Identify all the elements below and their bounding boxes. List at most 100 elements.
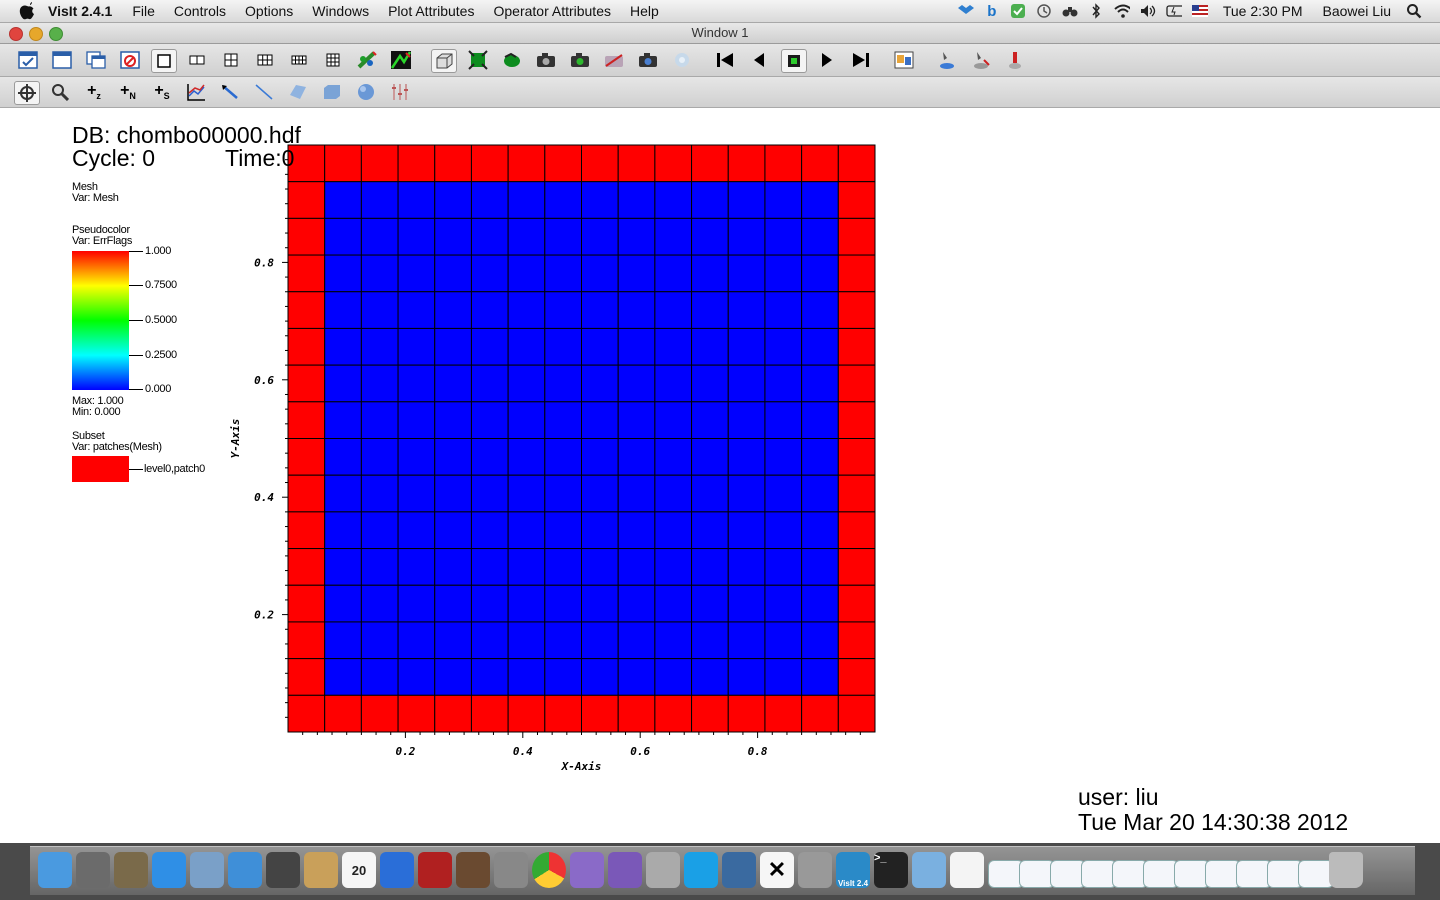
recenter-view-icon[interactable] — [466, 49, 490, 71]
calendar-icon[interactable]: 20 — [342, 852, 376, 888]
chrome-icon[interactable] — [532, 852, 566, 888]
step-forward-icon[interactable] — [849, 49, 873, 71]
user-name[interactable]: Baowei Liu — [1323, 3, 1392, 19]
wifi-icon[interactable] — [1114, 4, 1130, 18]
mesh-cell — [397, 511, 436, 550]
line-tool-icon[interactable] — [218, 81, 242, 103]
terminal-icon[interactable]: >_ — [874, 852, 908, 888]
spreadsheet-pick-icon[interactable]: +S — [150, 81, 174, 103]
zoom-icon[interactable] — [48, 81, 72, 103]
new-window-icon[interactable] — [50, 49, 74, 71]
photo-booth-icon[interactable] — [114, 852, 148, 888]
layout-1x2-icon[interactable] — [185, 49, 209, 71]
x11-icon[interactable]: ✕ — [760, 852, 794, 888]
mesh-cell — [837, 364, 876, 403]
clone-window-icon[interactable] — [84, 49, 108, 71]
save-image-icon[interactable] — [534, 49, 558, 71]
flag-icon[interactable] — [1191, 4, 1208, 18]
safari-icon[interactable] — [228, 852, 262, 888]
system-preferences-icon[interactable] — [494, 852, 528, 888]
stop-icon[interactable] — [781, 49, 807, 73]
camera4-icon[interactable] — [670, 49, 694, 71]
visualization-window[interactable]: DB: chombo00000.hdf Cycle: 0 Time:0 Mesh… — [0, 108, 1440, 843]
plot-area[interactable]: 0.2 0.4 0.6 0.8 0.2 0.4 0.6 0.8 X-Axis Y-Axis — [0, 108, 900, 788]
mesh-cell — [434, 438, 472, 476]
mesh-cell — [691, 181, 729, 219]
mail-icon[interactable] — [570, 852, 604, 888]
layout-2x4-icon[interactable] — [287, 49, 311, 71]
document-icon[interactable] — [950, 852, 984, 888]
skype-icon[interactable] — [684, 852, 718, 888]
tools2-icon[interactable] — [969, 49, 993, 71]
battery-icon[interactable] — [1166, 4, 1182, 18]
axis-icon[interactable] — [388, 81, 412, 103]
step-back-icon[interactable] — [747, 49, 771, 71]
pick-icon[interactable] — [892, 49, 916, 71]
clock[interactable]: Tue 2:30 PM — [1223, 3, 1303, 19]
itunes-icon[interactable] — [380, 852, 414, 888]
lock-view-icon[interactable] — [355, 49, 379, 71]
launchpad-icon[interactable] — [76, 852, 110, 888]
layout-2x3-icon[interactable] — [253, 49, 277, 71]
dropbox-icon[interactable] — [957, 4, 974, 18]
trash-icon[interactable] — [1329, 852, 1363, 888]
iphoto-icon[interactable] — [722, 852, 756, 888]
binoculars-icon[interactable] — [1062, 4, 1078, 18]
camera3-icon[interactable] — [636, 49, 660, 71]
lineout-icon[interactable] — [184, 81, 208, 103]
preview-icon[interactable] — [190, 852, 224, 888]
photo-strip-icon[interactable] — [418, 852, 452, 888]
menu-operator-attributes[interactable]: Operator Attributes — [493, 3, 611, 19]
tools-icon[interactable] — [646, 852, 680, 888]
play-icon[interactable] — [815, 49, 839, 71]
menu-options[interactable]: Options — [245, 3, 293, 19]
camera-icon[interactable] — [568, 49, 592, 71]
close-window-button[interactable] — [9, 27, 23, 41]
mesh-cell — [837, 548, 876, 586]
bluetooth-icon[interactable] — [1088, 3, 1104, 19]
visit-icon[interactable]: VisIt 2.4 — [836, 852, 870, 888]
tools3-icon[interactable] — [1003, 49, 1027, 71]
menu-plot-attributes[interactable]: Plot Attributes — [388, 3, 474, 19]
finder-icon[interactable] — [38, 852, 72, 888]
zoom-window-button[interactable] — [49, 27, 63, 41]
facetime-icon[interactable] — [266, 852, 300, 888]
spotlight-icon[interactable] — [1406, 4, 1422, 19]
folder-icon[interactable] — [912, 852, 946, 888]
utility-icon[interactable] — [608, 852, 642, 888]
menu-windows[interactable]: Windows — [312, 3, 369, 19]
menu-file[interactable]: File — [132, 3, 155, 19]
node-pick-icon[interactable]: +N — [116, 81, 140, 103]
sphere-icon[interactable] — [354, 81, 378, 103]
menu-controls[interactable]: Controls — [174, 3, 226, 19]
b-icon[interactable]: b — [984, 3, 1000, 20]
volume-icon[interactable] — [1140, 4, 1156, 18]
menu-help[interactable]: Help — [630, 3, 659, 19]
mesh-cell — [434, 658, 472, 696]
plane-icon[interactable] — [286, 81, 310, 103]
address-book-icon[interactable] — [304, 852, 338, 888]
zone-pick-icon[interactable]: +z — [82, 81, 106, 103]
camera2-icon[interactable] — [602, 49, 626, 71]
line-icon[interactable] — [252, 81, 276, 103]
time-machine-icon[interactable] — [1036, 4, 1052, 18]
checkmark-icon[interactable] — [1010, 4, 1026, 18]
undo-view-icon[interactable] — [500, 49, 524, 71]
minimize-window-button[interactable] — [29, 27, 43, 41]
rewind-icon[interactable] — [713, 49, 737, 71]
box-icon[interactable] — [320, 81, 344, 103]
layout-3x3-icon[interactable] — [321, 49, 345, 71]
3d-view-icon[interactable] — [431, 49, 457, 73]
app-store-icon[interactable] — [152, 852, 186, 888]
delete-window-icon[interactable] — [118, 49, 142, 71]
layout-1x1-icon[interactable] — [151, 49, 177, 73]
apple-icon[interactable] — [18, 2, 36, 20]
app-menu[interactable]: VisIt 2.4.1 — [48, 3, 112, 19]
layout-2x2-icon[interactable] — [219, 49, 243, 71]
tools1-icon[interactable] — [935, 49, 959, 71]
navigate-icon[interactable] — [14, 81, 40, 105]
calculator-icon[interactable] — [798, 852, 832, 888]
lock-time-icon[interactable] — [389, 49, 413, 71]
active-window-icon[interactable] — [16, 49, 40, 71]
photo-icon[interactable] — [456, 852, 490, 888]
